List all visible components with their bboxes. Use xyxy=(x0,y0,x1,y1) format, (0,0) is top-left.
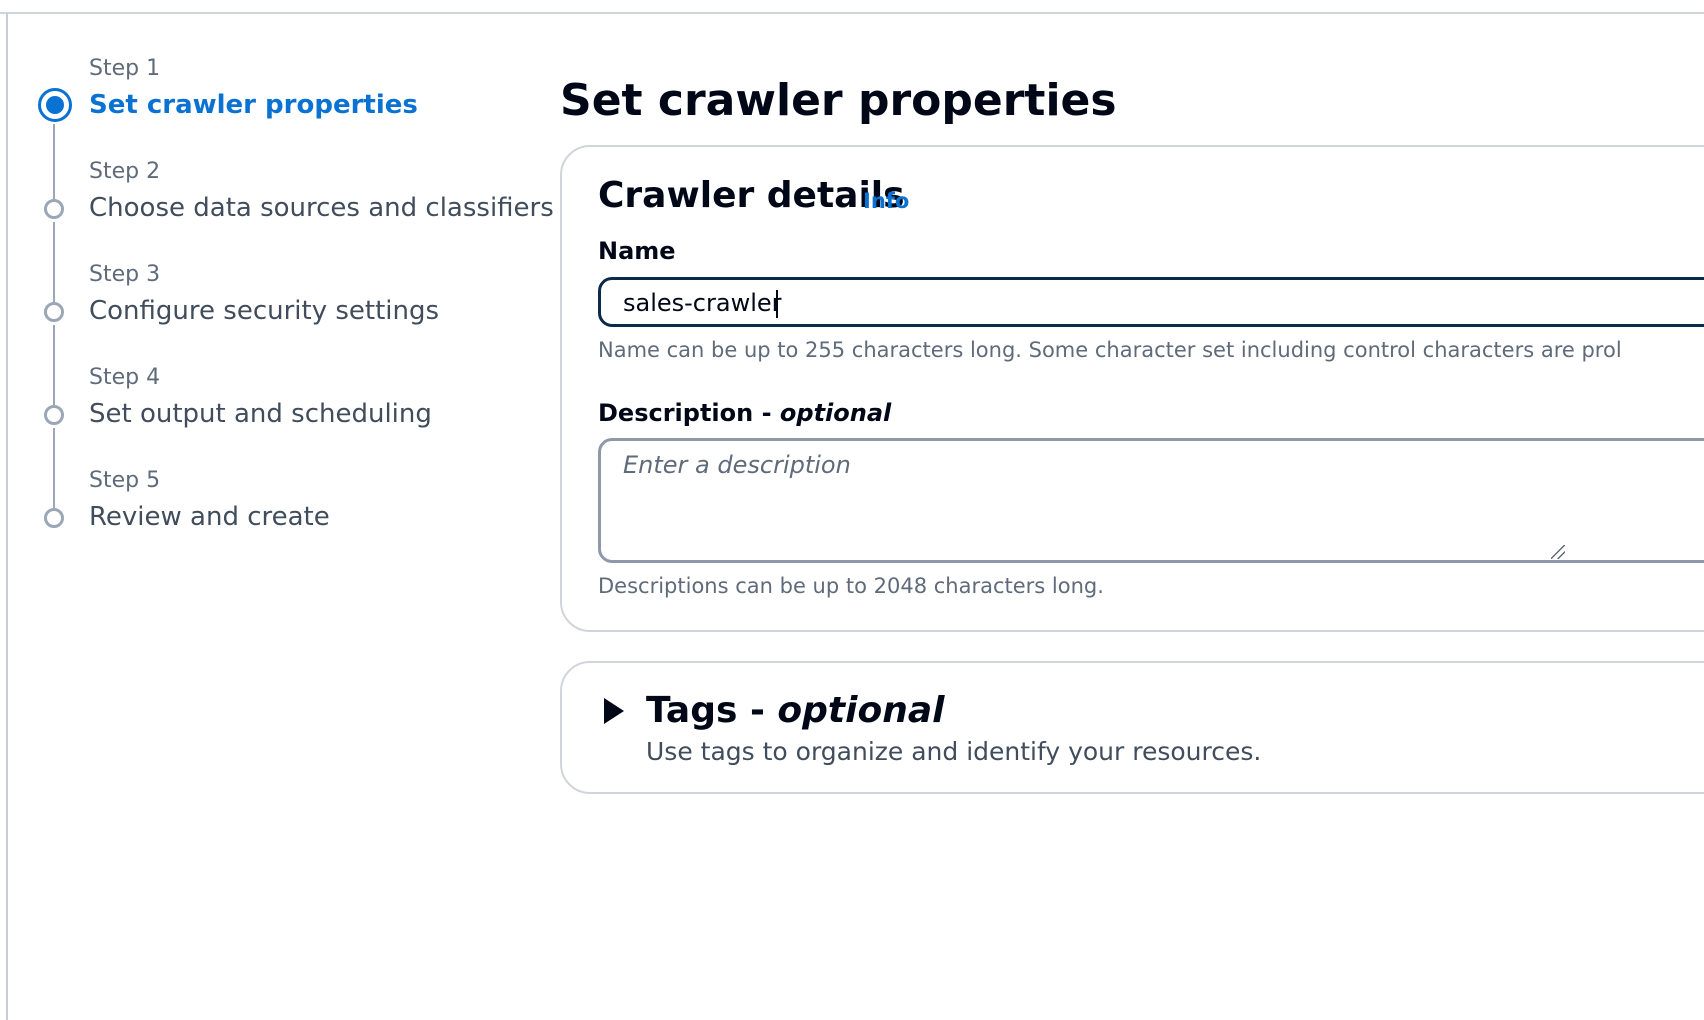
page-title: Set crawler properties xyxy=(560,75,1117,126)
name-hint: Name can be up to 255 characters long. S… xyxy=(598,338,1622,362)
step-3-title: Configure security settings xyxy=(89,296,440,326)
step-3-pending-icon xyxy=(44,302,64,322)
name-label: Name xyxy=(598,237,676,265)
info-link[interactable]: Info xyxy=(863,188,909,214)
step-connector xyxy=(53,222,55,302)
description-label: Description - optional xyxy=(598,398,891,428)
wizard-steps-nav: Step 1 Set crawler properties Step 2 Cho… xyxy=(0,0,560,600)
text-cursor xyxy=(776,290,778,318)
step-5-title: Review and create xyxy=(89,502,330,532)
description-hint: Descriptions can be up to 2048 character… xyxy=(598,574,1104,598)
step-2-pending-icon xyxy=(44,199,64,219)
resize-handle-icon[interactable] xyxy=(1551,545,1565,559)
step-1-number: Step 1 xyxy=(89,56,161,81)
name-input-value: sales-crawler xyxy=(623,289,782,317)
description-placeholder: Enter a description xyxy=(623,451,851,479)
step-4-pending-icon xyxy=(44,405,64,425)
tags-heading-text: Tags - xyxy=(646,690,778,731)
step-connector xyxy=(53,428,55,508)
step-2-title: Choose data sources and classifiers xyxy=(89,193,554,223)
step-connector xyxy=(53,325,55,405)
crawler-details-heading: Crawler details xyxy=(598,175,905,216)
description-label-text: Description - xyxy=(598,399,780,427)
tags-heading[interactable]: Tags - optional xyxy=(646,689,944,733)
tags-optional-label: optional xyxy=(777,690,945,731)
caret-right-icon[interactable] xyxy=(604,698,624,724)
step-2-number: Step 2 xyxy=(89,159,161,184)
step-connector xyxy=(53,124,55,202)
step-3-number: Step 3 xyxy=(89,262,161,287)
step-1-active-icon xyxy=(38,88,72,122)
step-5-number: Step 5 xyxy=(89,468,161,493)
tags-description: Use tags to organize and identify your r… xyxy=(646,737,1262,766)
step-1-link[interactable]: Set crawler properties xyxy=(89,90,418,120)
description-optional-label: optional xyxy=(779,399,892,427)
step-4-number: Step 4 xyxy=(89,365,161,390)
step-4-title: Set output and scheduling xyxy=(89,399,432,429)
step-5-pending-icon xyxy=(44,508,64,528)
